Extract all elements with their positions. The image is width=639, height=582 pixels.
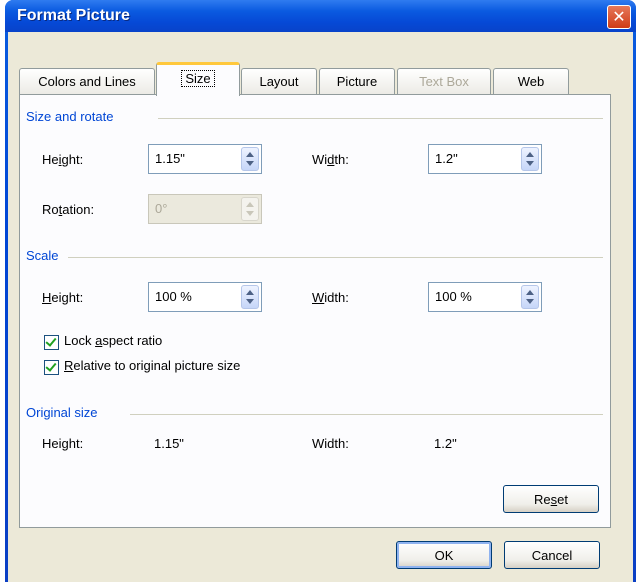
scale-width-label: Width: xyxy=(312,290,349,305)
ok-button[interactable]: OK xyxy=(396,541,492,569)
scale-width-spinner[interactable]: 100 % xyxy=(428,282,542,312)
size-and-rotate-header: Size and rotate xyxy=(26,109,114,124)
rotation-label: Rotation: xyxy=(42,202,95,217)
spin-down-icon[interactable] xyxy=(246,161,254,166)
height-spin-buttons[interactable] xyxy=(241,147,259,171)
spin-up-icon[interactable] xyxy=(526,152,534,157)
rotation-spinner: 0° xyxy=(148,194,262,224)
tab-text-box: Text Box xyxy=(397,68,491,94)
scale-header: Scale xyxy=(26,248,59,263)
scale-height-label: Height: xyxy=(42,290,84,305)
width-value: 1.2" xyxy=(435,151,458,166)
width-label: Width: xyxy=(312,152,349,167)
divider xyxy=(158,118,603,119)
format-picture-dialog: Format Picture ✕ Colors and Lines Size L… xyxy=(5,0,636,582)
title-bar[interactable]: Format Picture ✕ xyxy=(5,0,636,32)
rotation-value: 0° xyxy=(155,201,168,216)
dialog-client-area: Colors and Lines Size Layout Picture Tex… xyxy=(8,32,633,582)
tab-layout[interactable]: Layout xyxy=(241,68,317,94)
height-value: 1.15" xyxy=(155,151,185,166)
scale-height-spinner[interactable]: 100 % xyxy=(148,282,262,312)
dialog-title: Format Picture xyxy=(17,7,130,24)
spin-up-icon[interactable] xyxy=(526,290,534,295)
close-button[interactable]: ✕ xyxy=(607,5,631,29)
spin-down-icon[interactable] xyxy=(246,299,254,304)
spin-up-icon xyxy=(246,202,254,207)
close-icon: ✕ xyxy=(612,7,626,26)
width-spin-buttons[interactable] xyxy=(521,147,539,171)
original-width-value: 1.2" xyxy=(434,436,457,451)
tab-picture[interactable]: Picture xyxy=(319,68,395,94)
spin-down-icon[interactable] xyxy=(526,299,534,304)
relative-to-original-checkbox[interactable] xyxy=(44,360,59,375)
spin-up-icon[interactable] xyxy=(246,290,254,295)
tab-size-label: Size xyxy=(181,70,215,87)
scale-width-value: 100 % xyxy=(435,289,472,304)
width-spinner[interactable]: 1.2" xyxy=(428,144,542,174)
rotation-spin-buttons xyxy=(241,197,259,221)
height-spinner[interactable]: 1.15" xyxy=(148,144,262,174)
scale-width-spin-buttons[interactable] xyxy=(521,285,539,309)
original-height-value: 1.15" xyxy=(154,436,184,451)
scale-height-value: 100 % xyxy=(155,289,192,304)
lock-aspect-ratio-checkbox[interactable] xyxy=(44,335,59,350)
tab-web[interactable]: Web xyxy=(493,68,569,94)
spin-down-icon[interactable] xyxy=(526,161,534,166)
original-height-label: Height: xyxy=(42,436,84,451)
divider xyxy=(68,257,603,258)
scale-height-spin-buttons[interactable] xyxy=(241,285,259,309)
original-width-label: Width: xyxy=(312,436,349,451)
height-label: Height: xyxy=(42,152,84,167)
lock-aspect-ratio-label[interactable]: Lock aspect ratio xyxy=(64,333,162,348)
divider xyxy=(130,414,603,415)
spin-up-icon[interactable] xyxy=(246,152,254,157)
cancel-button[interactable]: Cancel xyxy=(504,541,600,569)
reset-button[interactable]: Reset xyxy=(503,485,599,513)
tab-colors-and-lines[interactable]: Colors and Lines xyxy=(19,68,155,94)
spin-down-icon xyxy=(246,211,254,216)
original-size-header: Original size xyxy=(26,405,98,420)
tab-size[interactable]: Size xyxy=(156,62,240,96)
relative-to-original-label[interactable]: Relative to original picture size xyxy=(64,358,240,373)
